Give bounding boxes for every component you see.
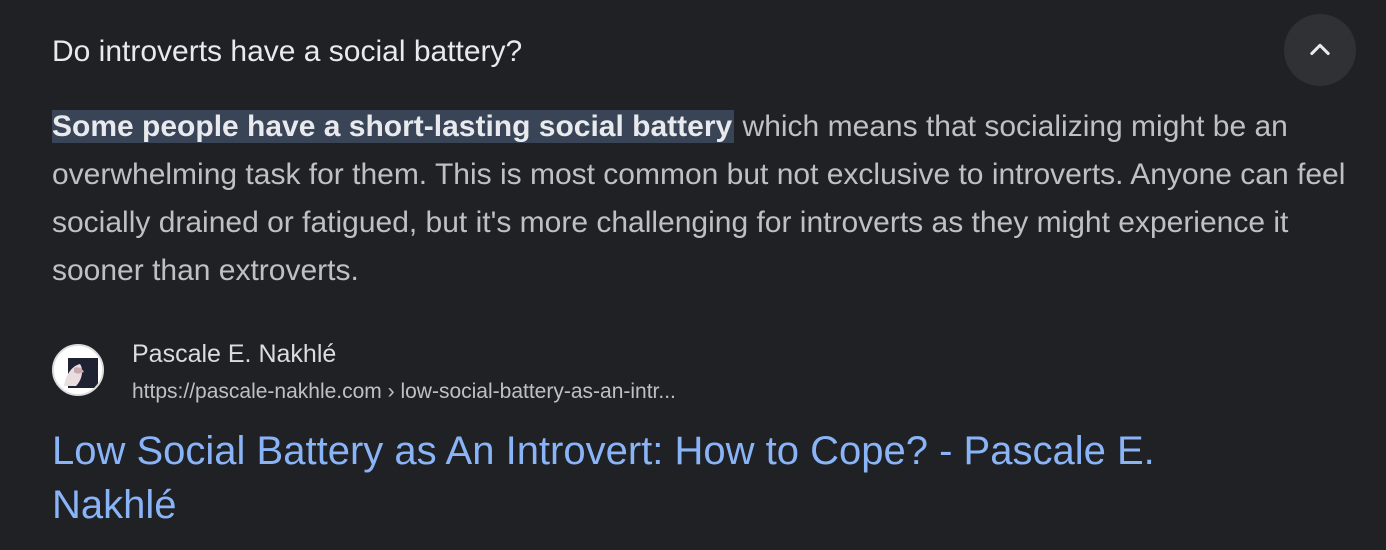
answer-snippet: Some people have a short-lasting social … xyxy=(52,103,1362,295)
source-name[interactable]: Pascale E. Nakhlé xyxy=(132,338,336,370)
source-url[interactable]: https://pascale-nakhle.com › low-social-… xyxy=(132,378,676,406)
site-favicon-icon[interactable] xyxy=(52,344,104,396)
question-text[interactable]: Do introverts have a social battery? xyxy=(52,34,522,70)
result-title-link[interactable]: Low Social Battery as An Introvert: How … xyxy=(52,424,1282,532)
source-block[interactable]: Pascale E. Nakhlé https://pascale-nakhle… xyxy=(52,336,1352,406)
question-row[interactable]: Do introverts have a social battery? xyxy=(52,14,1356,86)
collapse-button[interactable] xyxy=(1284,14,1356,86)
answer-highlight: Some people have a short-lasting social … xyxy=(52,110,735,143)
chevron-up-icon xyxy=(1306,36,1334,64)
